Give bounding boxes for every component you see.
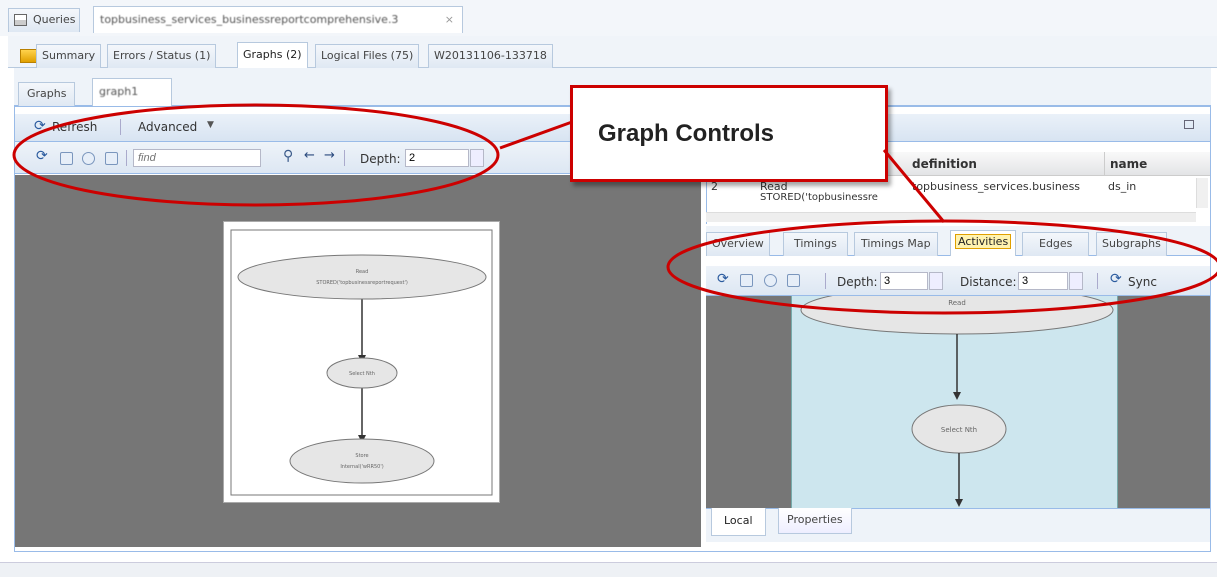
tab-timings-map[interactable]: Timings Map [854, 232, 938, 256]
tab-graphs[interactable]: Graphs (2) [237, 42, 308, 68]
tab-activities[interactable]: Activities [950, 230, 1017, 256]
sync-button[interactable]: Sync [1128, 275, 1157, 289]
distance-label: Distance: [960, 275, 1017, 289]
tab-graph1[interactable]: graph1 [92, 78, 172, 106]
local-node-read-title: Read [948, 299, 966, 307]
row-label-2: STORED('topbusinessre [760, 192, 878, 203]
distance-input[interactable] [1018, 272, 1068, 290]
tab-summary[interactable]: Summary [36, 44, 102, 68]
local-refresh-icon[interactable]: ⟳ [717, 271, 729, 287]
zoom-width-icon[interactable] [105, 152, 118, 165]
local-depth-spinner[interactable] [929, 272, 943, 290]
tab-workunit-label: topbusiness_services_businessreportcompr… [100, 13, 399, 26]
local-depth-input[interactable] [880, 272, 928, 290]
row-name: ds_in [1108, 180, 1137, 193]
zoom-fit-icon[interactable] [82, 152, 95, 165]
node-read-detail: STORED('topbusinessreportrequest') [316, 280, 408, 286]
local-node-select-title: Select Nth [941, 426, 977, 434]
table-hscrollbar[interactable] [706, 212, 1196, 222]
workunit-icon [20, 49, 37, 63]
tab-subgraphs[interactable]: Subgraphs [1096, 232, 1167, 256]
callout-label: Graph Controls [598, 120, 775, 147]
col-name[interactable]: name [1110, 157, 1147, 171]
tab-graph1-label: graph1 [99, 85, 139, 98]
tab-logical-files[interactable]: Logical Files (75) [315, 44, 420, 68]
node-store-detail: Internal('wRR50') [340, 464, 383, 470]
local-graph-svg: Read Select Nth [800, 296, 1114, 507]
depth-label: Depth: [360, 152, 401, 166]
depth-spinner[interactable] [470, 149, 484, 167]
tab-queries[interactable]: Queries [8, 8, 81, 32]
node-read-title: Read [356, 269, 369, 275]
refresh-graph-icon[interactable]: ⟳ [36, 148, 48, 164]
tab-properties[interactable]: Properties [778, 508, 852, 534]
refresh-icon[interactable]: ⟳ [34, 118, 46, 134]
graph-node-read[interactable] [237, 254, 487, 300]
tab-workunit-id[interactable]: W20131106-133718 [428, 44, 553, 68]
arrow-left-icon[interactable]: ← [304, 148, 315, 163]
find-input[interactable] [133, 149, 261, 167]
table-scrollbar[interactable] [1196, 178, 1208, 208]
chevron-down-icon[interactable]: ▼ [207, 120, 214, 130]
local-depth-label: Depth: [837, 275, 878, 289]
search-icon[interactable]: ⚲ [283, 148, 293, 164]
tab-errors[interactable]: Errors / Status (1) [107, 44, 217, 68]
tab-graphs-list[interactable]: Graphs [18, 82, 76, 106]
local-zoom-fit-icon[interactable] [764, 274, 777, 287]
sync-icon[interactable]: ⟳ [1110, 271, 1122, 287]
tab-overview[interactable]: Overview [706, 232, 770, 256]
node-store-title: Store [355, 453, 368, 459]
restore-icon[interactable] [1184, 120, 1194, 129]
tab-timings[interactable]: Timings [783, 232, 848, 256]
main-graph-svg: Read STORED('topbusinessreportrequest') … [230, 229, 493, 496]
distance-spinner[interactable] [1069, 272, 1083, 290]
queries-icon [14, 14, 27, 26]
zoom-actual-icon[interactable] [60, 152, 73, 165]
tab-queries-label: Queries [33, 13, 76, 26]
tab-workunit[interactable]: topbusiness_services_businessreportcompr… [93, 6, 463, 33]
arrow-right-icon[interactable]: → [324, 148, 335, 163]
node-select-title: Select Nth [349, 371, 375, 377]
refresh-button[interactable]: Refresh [52, 120, 97, 134]
row-definition: topbusiness_services.business [912, 180, 1081, 193]
close-icon[interactable]: × [445, 13, 454, 26]
tab-edges[interactable]: Edges [1022, 232, 1090, 256]
col-definition[interactable]: definition [912, 157, 977, 171]
tab-local[interactable]: Local [711, 508, 766, 536]
local-zoom-actual-icon[interactable] [740, 274, 753, 287]
graph-node-store[interactable] [289, 438, 435, 484]
local-zoom-width-icon[interactable] [787, 274, 800, 287]
advanced-button[interactable]: Advanced [138, 120, 197, 134]
status-bar [0, 562, 1217, 577]
tab-activities-label: Activities [955, 234, 1012, 249]
depth-input[interactable] [405, 149, 469, 167]
